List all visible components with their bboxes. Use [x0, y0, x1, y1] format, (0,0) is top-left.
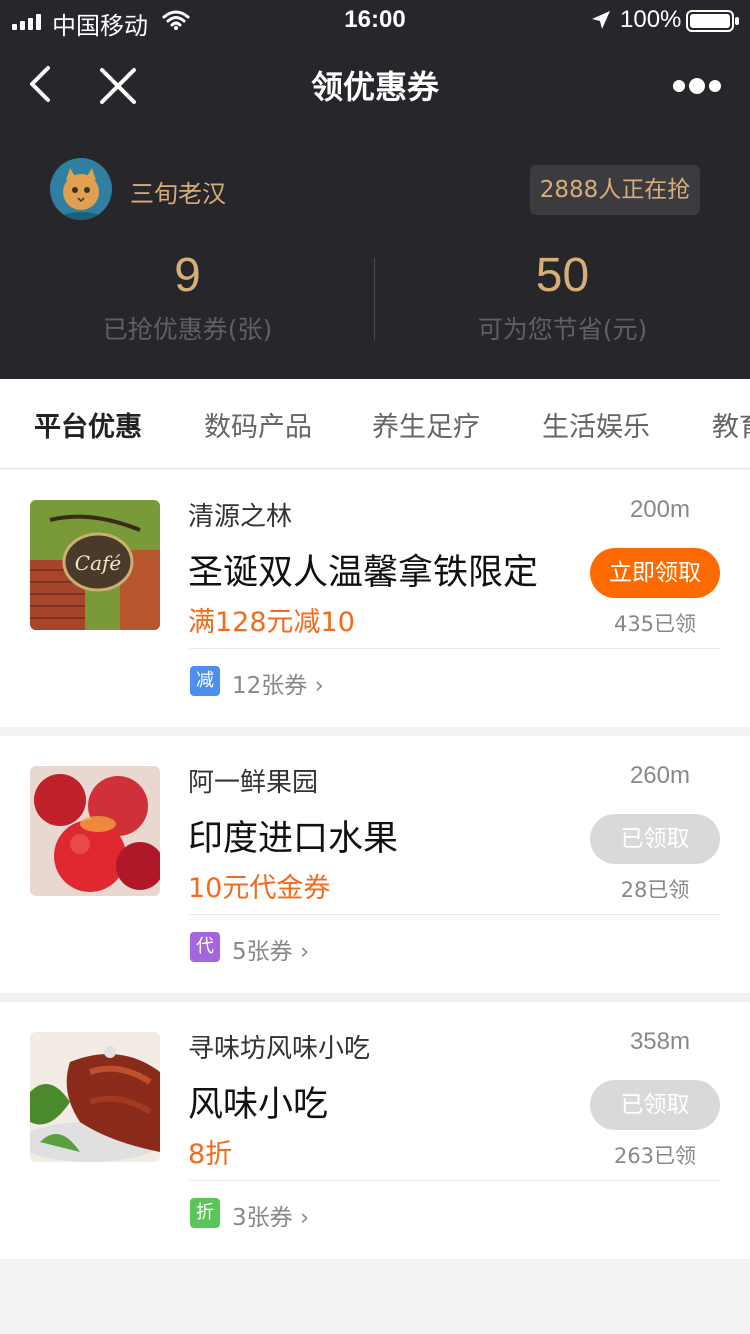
tab-health[interactable]: 养生足疗 [372, 405, 480, 444]
coupon-card[interactable]: 寻味坊风味小吃 358m 风味小吃 8折 已领取 263已领 折 3张券 › [0, 1002, 750, 1259]
coupon-count-link[interactable]: 3张券 › [232, 1198, 309, 1232]
coupon-card[interactable]: Café 清源之林 200m 圣诞双人温馨拿铁限定 满128元减10 立即领取 … [0, 470, 750, 727]
coupons-label: 已抢优惠券(张) [102, 315, 273, 344]
product-title: 风味小吃 [188, 1085, 329, 1125]
voucher-tag: 代 [190, 932, 220, 962]
coupon-card[interactable]: 阿一鲜果园 260m 印度进口水果 10元代金券 已领取 28已领 代 5张券 … [0, 736, 750, 993]
tab-digital[interactable]: 数码产品 [204, 405, 312, 444]
category-tabs: 平台优惠 数码产品 养生足疗 生活娱乐 教育 [0, 379, 750, 469]
claimed-button[interactable]: 已领取 [590, 1080, 720, 1130]
avatar[interactable] [50, 158, 112, 220]
header-panel: 三旬老汉 2888人正在抢 9 已抢优惠券(张) 50 可为您节省(元) [0, 130, 750, 379]
offer-text: 8折 [188, 1139, 233, 1170]
save-label: 可为您节省(元) [477, 315, 648, 344]
fruit-thumbnail [30, 766, 160, 896]
tab-education[interactable]: 教育 [712, 405, 750, 444]
divider [190, 914, 720, 915]
shop-name: 寻味坊风味小吃 [188, 1034, 371, 1064]
claim-button[interactable]: 立即领取 [590, 548, 720, 598]
location-arrow-icon [592, 11, 610, 29]
offer-text: 10元代金券 [188, 873, 331, 904]
coupon-count: 12张券 [232, 673, 308, 699]
product-title: 圣诞双人温馨拿铁限定 [188, 553, 539, 593]
grab-count-badge: 2888人正在抢 [530, 165, 700, 215]
page-title: 领优惠券 [310, 68, 439, 106]
chevron-right-icon: › [314, 673, 324, 699]
distance: 200m [629, 496, 690, 523]
product-title: 印度进口水果 [188, 819, 399, 859]
discount-tag: 减 [190, 666, 220, 696]
coupon-count-link[interactable]: 12张券 › [232, 666, 324, 700]
offer-text: 满128元减10 [188, 607, 355, 638]
shop-name: 阿一鲜果园 [188, 768, 319, 798]
claimed-count: 435已领 [613, 612, 697, 636]
claimed-count: 263已领 [613, 1144, 697, 1168]
more-icon[interactable] [670, 68, 724, 104]
coupon-count: 3张券 [232, 1205, 293, 1231]
coupons-count: 9 [174, 249, 201, 302]
battery-percent: 100% [620, 6, 682, 33]
cafe-thumbnail: Café [30, 500, 160, 630]
tab-platform[interactable]: 平台优惠 [34, 405, 142, 444]
divider [190, 1180, 720, 1181]
nav-bar: 领优惠券 [0, 40, 750, 130]
distance: 260m [629, 762, 690, 789]
coupon-count: 5张券 [232, 939, 293, 965]
save-amount: 50 [535, 249, 590, 302]
food-thumbnail [30, 1032, 160, 1162]
chevron-right-icon: › [299, 939, 310, 965]
coupons-stat: 9 已抢优惠券(张) [0, 246, 375, 346]
svg-text:Café: Café [75, 551, 122, 575]
battery-icon [686, 10, 739, 32]
coupon-count-link[interactable]: 5张券 › [232, 932, 309, 966]
tab-entertainment[interactable]: 生活娱乐 [542, 405, 650, 444]
distance: 358m [629, 1028, 690, 1055]
claimed-count: 28已领 [620, 878, 690, 902]
claimed-button[interactable]: 已领取 [590, 814, 720, 864]
username: 三旬老汉 [130, 180, 226, 208]
shop-name: 清源之林 [188, 502, 293, 532]
status-bar: 中国移动 16:00 100% [0, 0, 750, 40]
divider [190, 648, 720, 649]
savings-stat: 50 可为您节省(元) [375, 246, 750, 346]
discount-rate-tag: 折 [190, 1198, 220, 1228]
chevron-right-icon: › [299, 1205, 310, 1231]
